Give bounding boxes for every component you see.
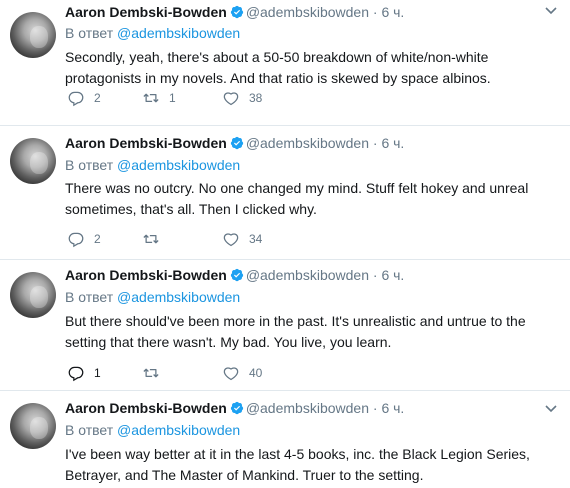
- reply-mention-link[interactable]: @adembskibowden: [117, 289, 240, 305]
- avatar[interactable]: [10, 12, 56, 58]
- tweet-text: There was no outcry. No one changed my m…: [65, 180, 529, 217]
- reply-button[interactable]: 1: [67, 364, 101, 382]
- avatar[interactable]: [10, 272, 56, 318]
- reply-mention-link[interactable]: @adembskibowden: [117, 422, 240, 438]
- retweet-button[interactable]: 1: [142, 89, 176, 107]
- tweet[interactable]: Aaron Dembski-Bowden @adembskibowden · 6 …: [0, 0, 570, 126]
- avatar[interactable]: [10, 138, 56, 184]
- like-count: 38: [249, 91, 263, 105]
- tweet-text: Secondly, yeah, there's about a 50-50 br…: [65, 49, 491, 86]
- reply-button[interactable]: 2: [67, 89, 101, 107]
- avatar[interactable]: [10, 403, 56, 449]
- retweet-count: 1: [169, 91, 176, 105]
- reply-prefix: В ответ: [65, 157, 114, 173]
- author-handle[interactable]: @adembskibowden: [246, 400, 369, 416]
- heart-icon: [223, 367, 239, 381]
- tweet-header: Aaron Dembski-Bowden @adembskibowden · 6 …: [65, 265, 404, 285]
- verified-badge-icon: [230, 5, 243, 19]
- timestamp[interactable]: 6 ч.: [381, 267, 404, 283]
- author-name[interactable]: Aaron Dembski-Bowden: [65, 267, 227, 283]
- reply-context: В ответ @adembskibowden: [65, 288, 240, 306]
- reply-mention-link[interactable]: @adembskibowden: [117, 25, 240, 41]
- like-count: 40: [249, 366, 263, 380]
- timestamp[interactable]: 6 ч.: [381, 400, 404, 416]
- reply-prefix: В ответ: [65, 422, 114, 438]
- chevron-down-icon[interactable]: [543, 2, 559, 18]
- retweet-icon: [143, 93, 159, 103]
- verified-badge-icon: [230, 268, 243, 282]
- separator-dot: ·: [368, 267, 382, 283]
- timestamp[interactable]: 6 ч.: [381, 135, 404, 151]
- reply-context: В ответ @adembskibowden: [65, 24, 240, 42]
- chevron-down-icon[interactable]: [543, 400, 559, 416]
- reply-prefix: В ответ: [65, 289, 114, 305]
- reply-count: 2: [94, 232, 101, 246]
- separator-dot: ·: [368, 400, 382, 416]
- separator-dot: ·: [368, 135, 382, 151]
- like-button[interactable]: 38: [222, 89, 262, 107]
- like-button[interactable]: 40: [222, 364, 262, 382]
- reply-button[interactable]: 2: [67, 230, 101, 248]
- tweet-header: Aaron Dembski-Bowden @adembskibowden · 6 …: [65, 133, 404, 153]
- tweet-text: I've been way better at it in the last 4…: [65, 446, 530, 483]
- reply-count: 1: [94, 366, 101, 380]
- heart-icon: [223, 233, 239, 247]
- tweet-thread: Aaron Dembski-Bowden @adembskibowden · 6 …: [0, 0, 570, 488]
- retweet-icon: [143, 368, 159, 378]
- retweet-button[interactable]: [142, 364, 169, 382]
- verified-badge-icon: [230, 401, 243, 415]
- reply-mention-link[interactable]: @adembskibowden: [117, 157, 240, 173]
- author-name[interactable]: Aaron Dembski-Bowden: [65, 400, 227, 416]
- reply-context: В ответ @adembskibowden: [65, 156, 240, 174]
- retweet-icon: [143, 234, 159, 244]
- reply-prefix: В ответ: [65, 25, 114, 41]
- timestamp[interactable]: 6 ч.: [381, 4, 404, 20]
- reply-icon: [68, 91, 84, 107]
- heart-icon: [223, 92, 239, 106]
- like-count: 34: [249, 232, 263, 246]
- reply-context: В ответ @adembskibowden: [65, 421, 240, 439]
- like-button[interactable]: 34: [222, 230, 262, 248]
- tweet-header: Aaron Dembski-Bowden @adembskibowden · 6 …: [65, 2, 404, 22]
- tweet[interactable]: Aaron Dembski-Bowden @adembskibowden · 6 …: [0, 260, 570, 391]
- author-name[interactable]: Aaron Dembski-Bowden: [65, 135, 227, 151]
- verified-badge-icon: [230, 136, 243, 150]
- tweet-text: But there should've been more in the pas…: [65, 313, 526, 350]
- tweet-header: Aaron Dembski-Bowden @adembskibowden · 6 …: [65, 398, 404, 418]
- retweet-button[interactable]: [142, 230, 169, 248]
- tweet[interactable]: Aaron Dembski-Bowden @adembskibowden · 6 …: [0, 391, 570, 488]
- reply-icon: [68, 232, 84, 248]
- author-handle[interactable]: @adembskibowden: [246, 135, 369, 151]
- tweet[interactable]: Aaron Dembski-Bowden @adembskibowden · 6 …: [0, 126, 570, 260]
- author-handle[interactable]: @adembskibowden: [246, 4, 369, 20]
- author-handle[interactable]: @adembskibowden: [246, 267, 369, 283]
- author-name[interactable]: Aaron Dembski-Bowden: [65, 4, 227, 20]
- separator-dot: ·: [368, 4, 382, 20]
- reply-count: 2: [94, 91, 101, 105]
- reply-icon: [68, 366, 84, 382]
